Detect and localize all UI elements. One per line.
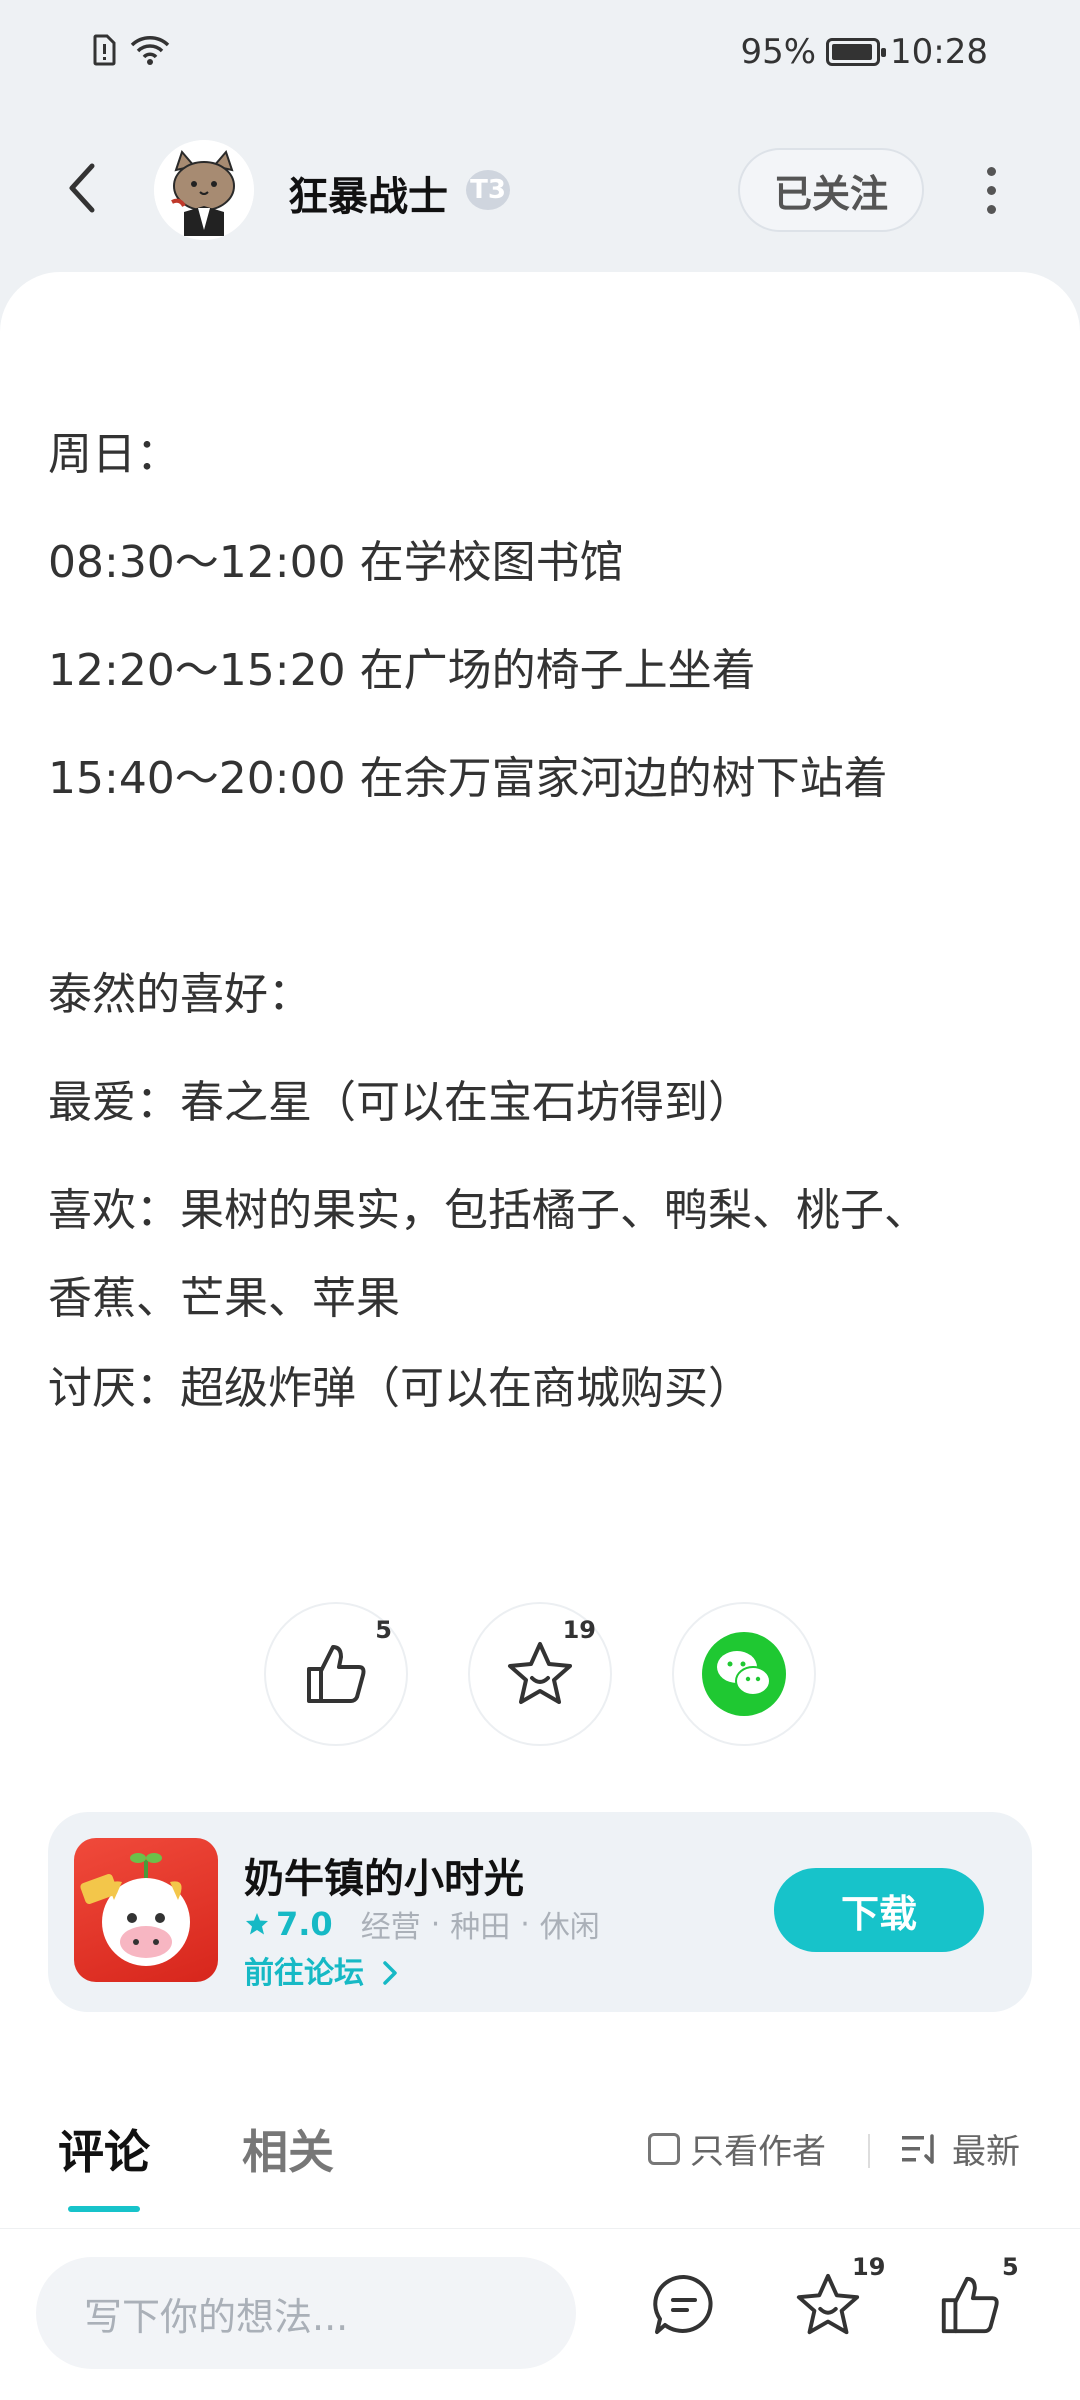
- game-card[interactable]: 奶牛镇的小时光 7.0 经营 · 种田 · 休闲 前往论坛 下载: [48, 1812, 1032, 2012]
- post-line: 08:30～12:00 在学校图书馆: [48, 537, 624, 588]
- tag-separator: ·: [520, 1906, 530, 1942]
- chevron-right-icon: [383, 1961, 398, 1985]
- tag-separator: ·: [430, 1906, 441, 1942]
- sort-button[interactable]: 最新: [900, 2124, 1020, 2173]
- post-line: 12:20～15:20 在广场的椅子上坐着: [48, 645, 756, 696]
- like-button[interactable]: 5: [264, 1602, 408, 1746]
- comment-bubble-icon: [653, 2274, 713, 2334]
- sort-label: 最新: [952, 2132, 1020, 2172]
- comments-button[interactable]: [644, 2265, 724, 2345]
- bottom-favorite-count: 19: [852, 2253, 886, 2281]
- wifi-icon: [130, 34, 170, 70]
- rating-star-icon: [246, 1913, 268, 1935]
- favorite-button[interactable]: 19: [468, 1602, 612, 1746]
- author-only-checkbox[interactable]: [648, 2132, 680, 2165]
- cat-avatar-icon: [154, 140, 254, 240]
- back-button[interactable]: [52, 158, 112, 218]
- wechat-icon: [702, 1632, 786, 1716]
- thumbs-up-icon: [941, 2276, 999, 2334]
- tab-related[interactable]: 相关: [242, 2116, 334, 2182]
- post-line: 讨厌：超级炸弹（可以在商城购买）: [48, 1363, 752, 1414]
- active-tab-indicator: [68, 2206, 140, 2212]
- battery-icon: [826, 38, 887, 66]
- game-icon[interactable]: [74, 1838, 218, 1982]
- status-bar: 95% 10:28: [0, 0, 1080, 100]
- author-only-toggle[interactable]: 只看作者: [648, 2124, 826, 2173]
- bottom-like-count: 5: [1002, 2253, 1019, 2281]
- battery-percent: 95%: [740, 32, 817, 72]
- post-detail-page: 95% 10:28 狂暴战士 T3 已关注 周日： 08:30～12:00 在学…: [0, 0, 1080, 2400]
- bottom-like-button[interactable]: 5: [930, 2253, 1019, 2345]
- game-rating: 7.0: [244, 1905, 333, 1943]
- bottom-favorite-button[interactable]: 19: [788, 2253, 885, 2345]
- like-count: 5: [375, 1616, 392, 1644]
- level-badge: T3: [466, 170, 510, 210]
- more-dot-icon: [986, 166, 996, 176]
- sim-alert-icon: [92, 34, 116, 70]
- avatar[interactable]: [154, 140, 254, 240]
- post-line: 最爱：春之星（可以在宝石坊得到）: [48, 1077, 752, 1128]
- game-title[interactable]: 奶牛镇的小时光: [244, 1846, 524, 1904]
- divider: [868, 2134, 870, 2168]
- comment-input[interactable]: 写下你的想法...: [36, 2257, 576, 2369]
- cow-game-logo-icon: [80, 1853, 190, 1966]
- game-meta: 7.0 经营 · 种田 · 休闲: [244, 1902, 600, 1946]
- post-content-card: 周日： 08:30～12:00 在学校图书馆 12:20～15:20 在广场的椅…: [0, 272, 1080, 2072]
- post-header: 狂暴战士 T3 已关注: [0, 130, 1080, 250]
- author-only-label: 只看作者: [690, 2132, 826, 2172]
- comment-tabs: 评论 相关 只看作者 最新: [0, 2072, 1080, 2228]
- post-line: 泰然的喜好：: [48, 969, 312, 1020]
- go-to-forum-link[interactable]: 前往论坛: [244, 1948, 400, 1992]
- more-dot-icon: [986, 185, 996, 195]
- post-line: 香蕉、芒果、苹果: [48, 1273, 400, 1324]
- game-rating-value: 7.0: [276, 1905, 333, 1943]
- post-line: 周日：: [48, 429, 180, 480]
- more-dot-icon: [986, 204, 996, 214]
- download-button[interactable]: 下载: [774, 1868, 984, 1952]
- share-wechat-button[interactable]: [672, 1602, 816, 1746]
- tab-comments[interactable]: 评论: [58, 2116, 150, 2182]
- post-line: 15:40～20:00 在余万富家河边的树下站着: [48, 753, 888, 804]
- thumbs-up-icon: [307, 1645, 366, 1703]
- sort-icon: [902, 2133, 934, 2164]
- game-tag: 经营: [360, 1910, 421, 1945]
- author-name[interactable]: 狂暴战士: [288, 164, 448, 222]
- game-tag: 休闲: [539, 1910, 600, 1945]
- follow-button[interactable]: 已关注: [738, 148, 924, 232]
- star-icon: [508, 1642, 572, 1704]
- more-options-button[interactable]: [966, 160, 1016, 220]
- favorite-count: 19: [562, 1616, 596, 1644]
- clock: 10:28: [890, 32, 988, 72]
- chevron-left-icon: [69, 163, 95, 213]
- post-line: 喜欢：果树的果实，包括橘子、鸭梨、桃子、: [48, 1185, 928, 1236]
- game-tag: 种田: [450, 1910, 511, 1945]
- forum-link-label: 前往论坛: [244, 1956, 364, 1991]
- bottom-action-bar: 写下你的想法... 19 5: [0, 2228, 1080, 2400]
